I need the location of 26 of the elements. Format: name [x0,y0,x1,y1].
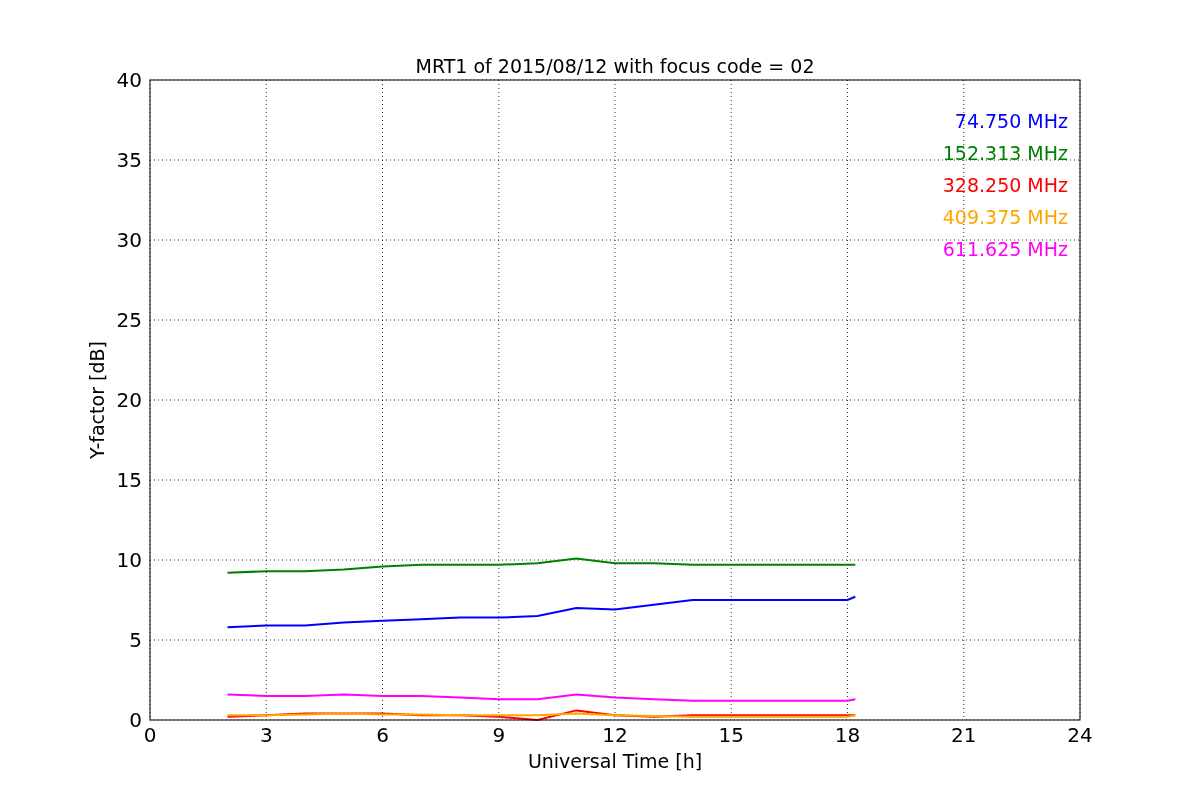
y-tick-label: 20 [116,388,142,412]
legend-label: 74.750 MHz [954,110,1068,132]
y-tick-label: 35 [116,148,142,172]
x-tick-label: 15 [718,723,744,747]
y-tick-label: 40 [116,68,142,92]
legend-label: 152.313 MHz [942,142,1068,164]
x-axis-label: Universal Time [h] [527,750,703,772]
x-tick-label: 24 [1067,723,1093,747]
y-axis-label: Y-factor [dB] [86,341,108,459]
x-tick-label: 18 [834,723,861,747]
x-tick-label: 21 [951,723,977,747]
y-tick-label: 30 [116,228,142,252]
x-tick-label: 9 [492,723,506,747]
chart-title: MRT1 of 2015/08/12 with focus code = 02 [415,55,815,77]
y-tick-label: 25 [116,308,142,332]
legend-label: 611.625 MHz [942,238,1068,260]
y-tick-label: 10 [116,548,142,572]
legend-label: 328.250 MHz [942,174,1068,196]
legend-label: 409.375 MHz [942,206,1068,228]
x-tick-label: 3 [259,723,273,747]
x-tick-label: 6 [376,723,389,747]
y-tick-label: 0 [129,708,142,732]
y-tick-label: 15 [116,468,142,492]
x-tick-label: 12 [602,723,628,747]
y-tick-label: 5 [129,628,142,652]
x-tick-label: 0 [143,723,157,747]
